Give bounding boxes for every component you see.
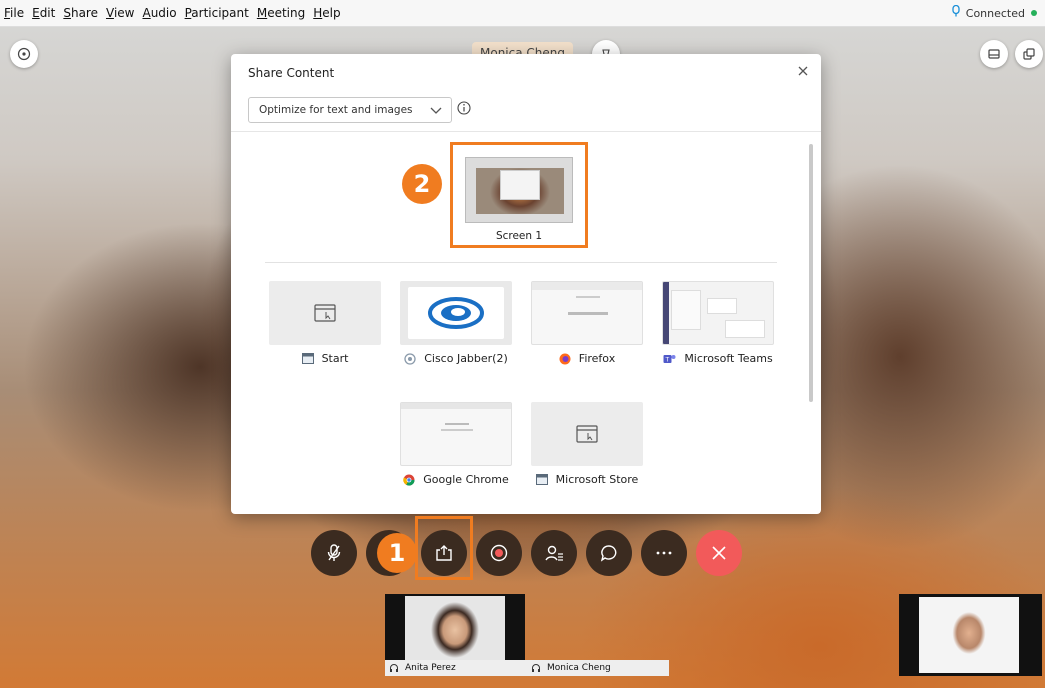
app-tile-microsoft-store[interactable]: Microsoft Store bbox=[531, 402, 643, 486]
step-1-highlight bbox=[415, 516, 473, 580]
headset-icon bbox=[389, 663, 399, 673]
more-icon bbox=[656, 551, 672, 555]
chat-icon bbox=[600, 545, 617, 562]
close-icon bbox=[798, 66, 808, 76]
menu-audio[interactable]: Audio bbox=[142, 6, 176, 20]
dialog-title: Share Content bbox=[248, 66, 335, 80]
meeting-info-button[interactable] bbox=[10, 40, 38, 68]
mute-icon bbox=[327, 544, 341, 561]
menu-participant[interactable]: Participant bbox=[185, 6, 249, 20]
chrome-icon bbox=[403, 474, 415, 486]
window-icon bbox=[535, 474, 548, 485]
headset-icon bbox=[952, 4, 960, 21]
app-tile-google-chrome[interactable]: Google Chrome bbox=[400, 402, 512, 486]
layout-icon bbox=[988, 49, 1000, 59]
connection-status[interactable]: Connected bbox=[952, 4, 1037, 21]
close-button[interactable] bbox=[795, 64, 811, 80]
connection-status-label: Connected bbox=[965, 6, 1025, 20]
menu-edit[interactable]: Edit bbox=[32, 6, 55, 20]
app-tile-start[interactable]: Start bbox=[269, 281, 381, 365]
teams-icon: T bbox=[663, 353, 676, 365]
app-thumbnail bbox=[531, 402, 643, 466]
participant-label-monica[interactable]: Monica Cheng bbox=[527, 660, 669, 676]
screen-1-thumbnail bbox=[465, 157, 573, 223]
menu-meeting[interactable]: Meeting bbox=[257, 6, 305, 20]
share-content-dialog: Share Content Optimize for text and imag… bbox=[231, 54, 821, 514]
record-button[interactable] bbox=[476, 530, 522, 576]
participants-button[interactable] bbox=[531, 530, 577, 576]
app-label-cisco-jabber: Cisco Jabber(2) bbox=[424, 352, 508, 365]
jabber-logo bbox=[428, 297, 484, 329]
step-1-badge: 1 bbox=[377, 533, 417, 573]
optimize-info-button[interactable] bbox=[457, 101, 471, 118]
screen-1-label: Screen 1 bbox=[495, 230, 543, 242]
chat-button[interactable] bbox=[586, 530, 632, 576]
participants-icon bbox=[545, 545, 563, 561]
info-icon bbox=[457, 101, 471, 115]
participant-name: Monica Cheng bbox=[547, 663, 611, 673]
app-label-microsoft-teams: Microsoft Teams bbox=[684, 352, 773, 365]
jabber-icon bbox=[404, 352, 416, 365]
window-icon bbox=[301, 353, 314, 364]
app-tile-cisco-jabber[interactable]: Cisco Jabber(2) bbox=[400, 281, 512, 365]
step-2-badge: 2 bbox=[402, 164, 442, 204]
record-icon bbox=[490, 544, 508, 562]
app-thumbnail bbox=[269, 281, 381, 345]
app-label-firefox: Firefox bbox=[578, 352, 616, 365]
participant-label-anita: Anita Perez bbox=[385, 660, 527, 676]
divider bbox=[231, 131, 821, 132]
app-thumbnail bbox=[662, 281, 774, 345]
optimize-dropdown-value: Optimize for text and images bbox=[259, 104, 413, 116]
app-thumbnail bbox=[531, 281, 643, 345]
firefox-icon bbox=[559, 353, 571, 365]
mute-button[interactable] bbox=[311, 530, 357, 576]
app-label-start: Start bbox=[321, 352, 349, 365]
participant-name: Anita Perez bbox=[405, 663, 456, 673]
menu-file[interactable]: File bbox=[4, 6, 24, 20]
self-view-video[interactable] bbox=[899, 594, 1042, 676]
menu-view[interactable]: View bbox=[106, 6, 134, 20]
status-dot bbox=[1031, 10, 1037, 16]
info-circle-icon bbox=[17, 47, 31, 61]
headset-icon bbox=[531, 663, 541, 673]
window-icon bbox=[576, 425, 598, 443]
app-tile-microsoft-teams[interactable]: T Microsoft Teams bbox=[662, 281, 774, 365]
dialog-scrollbar[interactable] bbox=[809, 144, 813, 402]
more-options-button[interactable] bbox=[641, 530, 687, 576]
app-thumbnail bbox=[400, 402, 512, 466]
menu-bar: File Edit Share View Audio Participant M… bbox=[0, 0, 1045, 27]
menu-help[interactable]: Help bbox=[313, 6, 340, 20]
app-thumbnail bbox=[400, 281, 512, 345]
window-icon bbox=[314, 304, 336, 322]
layout-button[interactable] bbox=[980, 40, 1008, 68]
popout-icon bbox=[1023, 48, 1035, 60]
app-tile-firefox[interactable]: Firefox bbox=[531, 281, 643, 365]
participant-strip: Anita Perez Monica Cheng bbox=[385, 594, 669, 676]
app-label-google-chrome: Google Chrome bbox=[423, 473, 509, 486]
optimize-dropdown[interactable]: Optimize for text and images bbox=[248, 97, 452, 123]
menu-share[interactable]: Share bbox=[63, 6, 98, 20]
leave-meeting-button[interactable] bbox=[696, 530, 742, 576]
leave-icon bbox=[712, 546, 726, 560]
svg-text:T: T bbox=[665, 356, 670, 363]
app-label-microsoft-store: Microsoft Store bbox=[555, 473, 639, 486]
screen-1-tile[interactable]: Screen 1 bbox=[450, 142, 588, 248]
chevron-down-icon bbox=[430, 107, 442, 114]
popout-button[interactable] bbox=[1015, 40, 1043, 68]
divider bbox=[265, 262, 777, 263]
